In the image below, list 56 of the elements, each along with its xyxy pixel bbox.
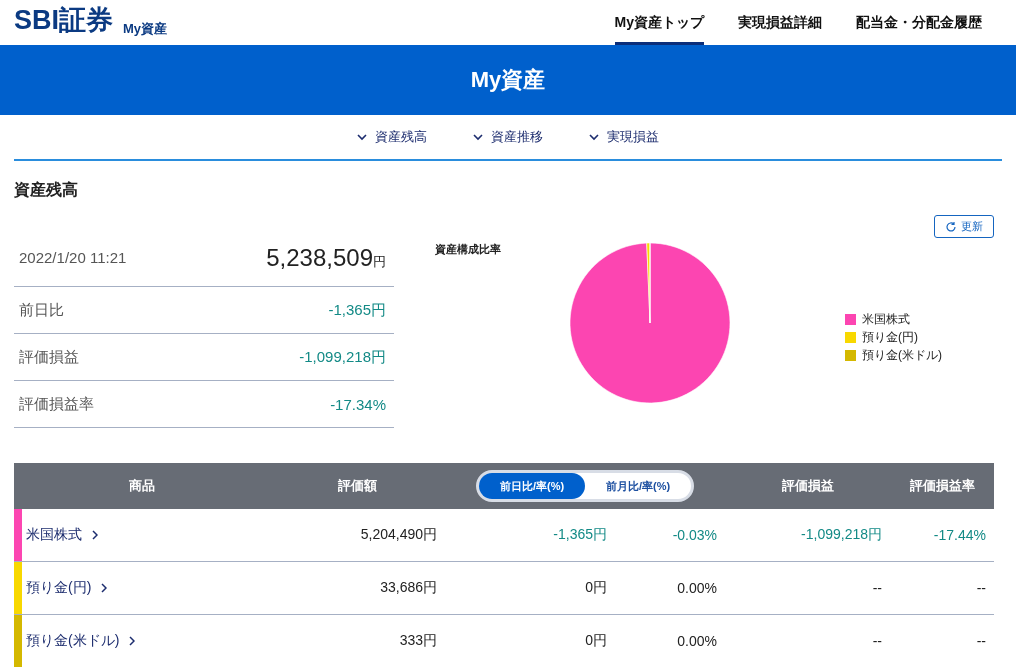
chevron-down-icon — [473, 133, 483, 141]
table-cell: 0.00% — [677, 633, 717, 649]
refresh-button[interactable]: 更新 — [934, 215, 994, 238]
table-cell: -- — [872, 580, 882, 596]
chevron-right-icon — [129, 636, 136, 646]
summary-label: 前日比 — [19, 300, 64, 320]
product-link[interactable]: 米国株式 — [26, 526, 98, 544]
legend-label: 預り金(円) — [862, 329, 918, 346]
logo[interactable]: SBI証券 — [14, 1, 113, 38]
anchor-link[interactable]: 資産残高 — [357, 128, 427, 146]
summary-value: -17.34% — [330, 395, 386, 413]
summary-value: -1,365円 — [328, 300, 386, 320]
nav-tab[interactable]: 配当金・分配金履歴 — [856, 0, 982, 45]
table-cell: -0.03% — [672, 527, 717, 543]
product-link[interactable]: 預り金(円) — [26, 579, 108, 597]
chart-title: 資産構成比率 — [435, 242, 501, 257]
table-cell: 333円 — [399, 632, 437, 648]
legend-label: 預り金(米ドル) — [862, 347, 942, 364]
table-cell: 0円 — [585, 579, 607, 595]
nav-tab[interactable]: 実現損益詳細 — [738, 0, 822, 45]
column-header: 評価額 — [338, 478, 377, 493]
page-title: My資産 — [470, 66, 546, 94]
table-cell: 0円 — [585, 632, 607, 648]
timestamp: 2022/1/20 11:21 — [19, 249, 127, 266]
table-cell: -1,365円 — [553, 526, 607, 542]
anchor-link[interactable]: 資産推移 — [473, 128, 543, 146]
logo-subtitle: My資産 — [123, 20, 168, 38]
section-title: 資産残高 — [14, 180, 79, 200]
column-header: 評価損益率 — [909, 478, 975, 493]
table-cell: -- — [872, 633, 882, 649]
refresh-icon — [945, 220, 957, 233]
summary-value: -1,099,218円 — [299, 347, 386, 367]
legend-swatch — [845, 314, 856, 325]
legend-swatch — [845, 332, 856, 343]
table-cell: -17.44% — [933, 527, 986, 543]
chevron-right-icon — [92, 530, 98, 540]
toggle-option[interactable]: 前月比/率(%) — [585, 473, 691, 499]
column-header: 商品 — [129, 478, 155, 493]
table-cell: -- — [976, 580, 986, 596]
summary-label: 評価損益 — [19, 347, 79, 367]
chevron-down-icon — [357, 133, 367, 141]
table-cell: -1,099,218円 — [801, 526, 882, 542]
table-cell: 33,686円 — [380, 579, 437, 595]
anchor-link[interactable]: 実現損益 — [589, 128, 659, 146]
summary-label: 評価損益率 — [19, 394, 94, 414]
total-value: 5,238,509円 — [266, 243, 386, 272]
toggle-option[interactable]: 前日比/率(%) — [479, 473, 585, 499]
table-cell: 5,204,490円 — [360, 526, 437, 542]
chevron-right-icon — [101, 583, 108, 593]
legend-label: 米国株式 — [862, 311, 910, 328]
chevron-down-icon — [589, 133, 599, 141]
legend-swatch — [845, 350, 856, 361]
table-cell: -- — [976, 633, 986, 649]
table-cell: 0.00% — [677, 580, 717, 596]
column-header: 評価損益 — [781, 478, 834, 493]
product-link[interactable]: 預り金(米ドル) — [26, 632, 136, 650]
